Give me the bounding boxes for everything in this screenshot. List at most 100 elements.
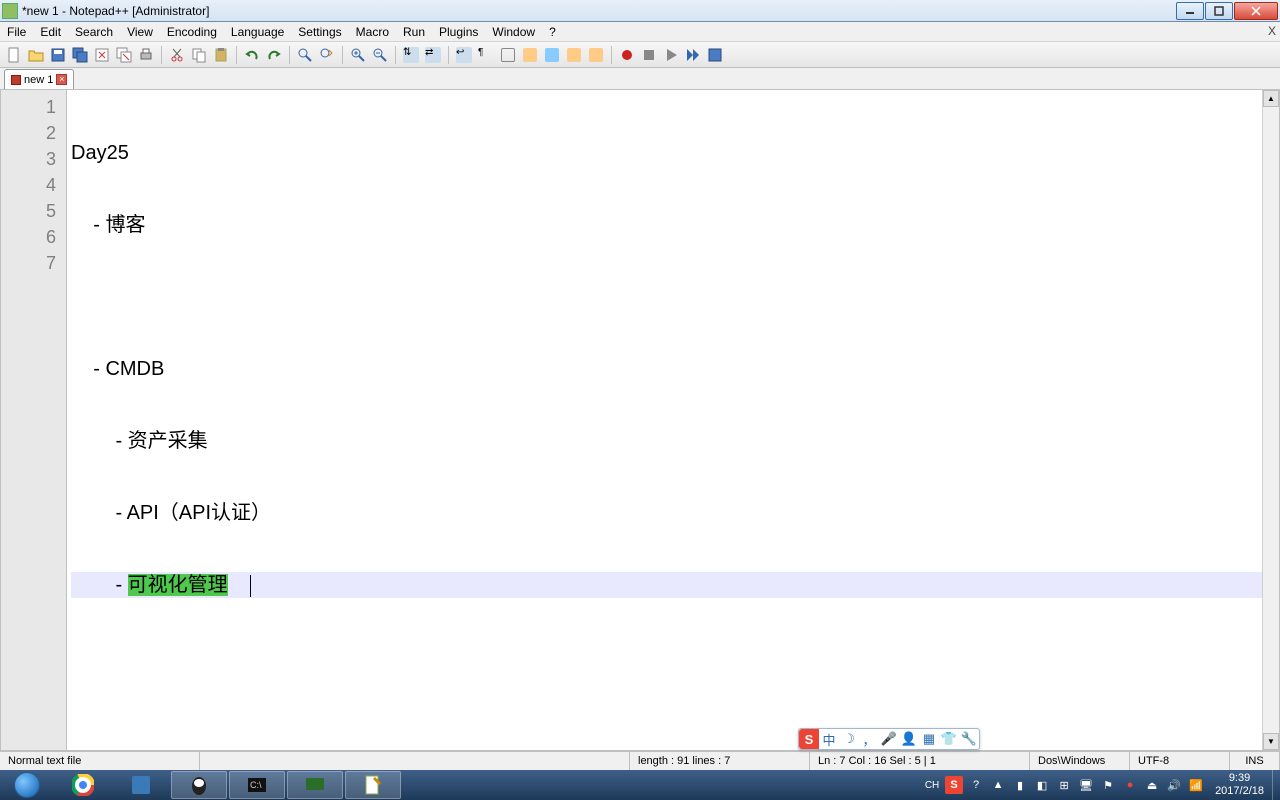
start-button[interactable]	[0, 770, 54, 800]
window-controls	[1175, 2, 1278, 20]
code-line-active: - 可视化管理	[71, 572, 1279, 598]
title-bar: *new 1 - Notepad++ [Administrator]	[0, 0, 1280, 22]
ime-softkbd-icon[interactable]: ▦	[919, 729, 939, 749]
menu-encoding[interactable]: Encoding	[160, 22, 224, 42]
close-file-icon[interactable]	[92, 45, 112, 65]
tray-ime-icon[interactable]: S	[945, 776, 963, 794]
tray-wifi-icon[interactable]: 📶	[1187, 776, 1205, 794]
paste-icon[interactable]	[211, 45, 231, 65]
record-macro-icon[interactable]	[617, 45, 637, 65]
notepadpp-icon	[362, 774, 384, 796]
undo-icon[interactable]	[242, 45, 262, 65]
menu-view[interactable]: View	[120, 22, 160, 42]
show-desktop-button[interactable]	[1272, 770, 1280, 800]
code-line: - 博客	[71, 212, 1279, 238]
close-button[interactable]	[1234, 2, 1278, 20]
tray-network-icon[interactable]: ⊞	[1055, 776, 1073, 794]
tray-volume-icon[interactable]: 🔊	[1165, 776, 1183, 794]
ime-tool-icon[interactable]: 🔧	[959, 729, 979, 749]
print-icon[interactable]	[136, 45, 156, 65]
status-spacer	[200, 752, 630, 770]
cmd-icon: C:\	[246, 774, 268, 796]
taskbar-app-1[interactable]	[113, 771, 169, 799]
menu-macro[interactable]: Macro	[349, 22, 396, 42]
tray-app-icon[interactable]: ◧	[1033, 776, 1051, 794]
ime-mic-icon[interactable]: 🎤	[879, 729, 899, 749]
menu-file[interactable]: File	[0, 22, 33, 42]
tab-modified-icon	[11, 75, 21, 85]
tray-eject-icon[interactable]: ⏏	[1143, 776, 1161, 794]
zoom-out-icon[interactable]	[370, 45, 390, 65]
minimize-button[interactable]	[1176, 2, 1204, 20]
taskbar-notepadpp[interactable]	[345, 771, 401, 799]
play-macro-icon[interactable]	[661, 45, 681, 65]
tray-clock[interactable]: 9:39 2017/2/18	[1207, 772, 1272, 798]
window-title: *new 1 - Notepad++ [Administrator]	[22, 4, 1175, 18]
play-multi-icon[interactable]	[683, 45, 703, 65]
new-file-icon[interactable]	[4, 45, 24, 65]
ime-skin-icon[interactable]: 👕	[939, 729, 959, 749]
toolbar-sep	[236, 46, 237, 64]
editor[interactable]: 1 2 3 4 5 6 7 Day25 - 博客 - CMDB - 资产采集 -…	[0, 90, 1280, 751]
taskbar-chrome[interactable]	[55, 771, 111, 799]
ime-profile-icon[interactable]: 👤	[899, 729, 919, 749]
find-icon[interactable]	[295, 45, 315, 65]
board-icon	[304, 774, 326, 796]
save-all-icon[interactable]	[70, 45, 90, 65]
wordwrap-icon[interactable]: ↩	[454, 45, 474, 65]
sync-h-icon[interactable]: ⇄	[423, 45, 443, 65]
tray-lang[interactable]: CH	[923, 776, 941, 794]
tray-battery-icon[interactable]: ▮	[1011, 776, 1029, 794]
tray-flag-icon[interactable]: ⚑	[1099, 776, 1117, 794]
tab-new-1[interactable]: new 1 ×	[4, 69, 74, 89]
ime-logo-icon[interactable]: S	[799, 729, 819, 749]
tray-help-icon[interactable]: ?	[967, 776, 985, 794]
taskbar-cmd[interactable]: C:\	[229, 771, 285, 799]
folder-workspace-icon[interactable]	[586, 45, 606, 65]
zoom-in-icon[interactable]	[348, 45, 368, 65]
taskbar-qq[interactable]	[171, 771, 227, 799]
replace-icon[interactable]	[317, 45, 337, 65]
tab-close-icon[interactable]: ×	[56, 74, 67, 85]
scroll-up-icon[interactable]: ▲	[1263, 90, 1279, 107]
stop-macro-icon[interactable]	[639, 45, 659, 65]
taskbar-app-2[interactable]	[287, 771, 343, 799]
tray-monitor-icon[interactable]: 🖥	[1077, 776, 1095, 794]
menu-plugins[interactable]: Plugins	[432, 22, 485, 42]
ime-punct-icon[interactable]: ，	[859, 729, 879, 749]
menu-run[interactable]: Run	[396, 22, 432, 42]
maximize-button[interactable]	[1205, 2, 1233, 20]
line-number: 3	[5, 146, 56, 172]
scroll-track[interactable]	[1263, 107, 1279, 733]
scroll-down-icon[interactable]: ▼	[1263, 733, 1279, 750]
menu-settings[interactable]: Settings	[291, 22, 348, 42]
ime-moon-icon[interactable]: ☽	[839, 729, 859, 749]
menu-window[interactable]: Window	[485, 22, 542, 42]
vertical-scrollbar[interactable]: ▲ ▼	[1262, 90, 1279, 750]
tray-shield-icon[interactable]: ▲	[989, 776, 1007, 794]
close-all-icon[interactable]	[114, 45, 134, 65]
copy-icon[interactable]	[189, 45, 209, 65]
code-area[interactable]: Day25 - 博客 - CMDB - 资产采集 - API（API认证） - …	[67, 90, 1279, 750]
mdi-close-button[interactable]: X	[1268, 24, 1276, 38]
show-all-chars-icon[interactable]: ¶	[476, 45, 496, 65]
menu-search[interactable]: Search	[68, 22, 120, 42]
sync-v-icon[interactable]: ⇅	[401, 45, 421, 65]
cut-icon[interactable]	[167, 45, 187, 65]
toolbar-sep	[289, 46, 290, 64]
toolbar-sep	[342, 46, 343, 64]
save-macro-icon[interactable]	[705, 45, 725, 65]
ime-lang-icon[interactable]: 中	[819, 729, 839, 749]
open-file-icon[interactable]	[26, 45, 46, 65]
tray-record-icon[interactable]: ●	[1121, 776, 1139, 794]
menu-help[interactable]: ?	[542, 22, 563, 42]
doc-map-icon[interactable]	[542, 45, 562, 65]
user-lang-icon[interactable]	[520, 45, 540, 65]
indent-guide-icon[interactable]	[498, 45, 518, 65]
menu-language[interactable]: Language	[224, 22, 291, 42]
save-icon[interactable]	[48, 45, 68, 65]
ime-toolbar[interactable]: S 中 ☽ ， 🎤 👤 ▦ 👕 🔧	[798, 728, 980, 750]
func-list-icon[interactable]	[564, 45, 584, 65]
redo-icon[interactable]	[264, 45, 284, 65]
menu-edit[interactable]: Edit	[33, 22, 68, 42]
